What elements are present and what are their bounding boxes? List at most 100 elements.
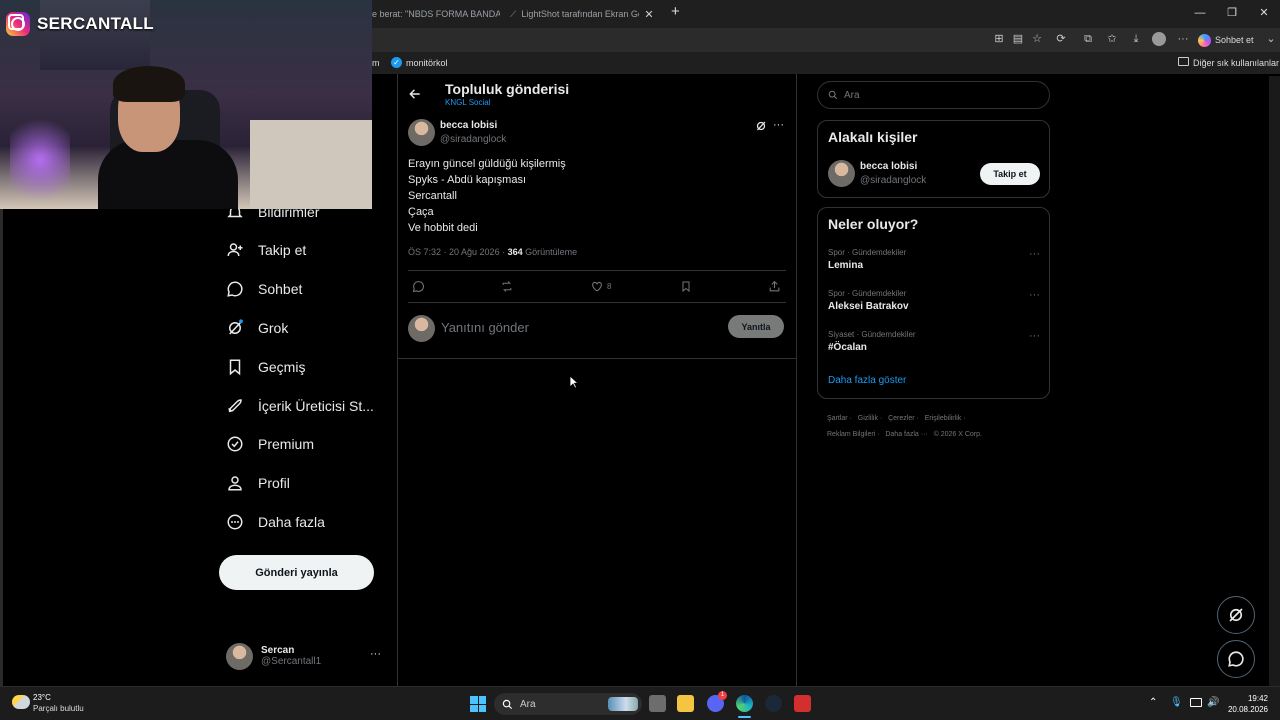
- close-icon[interactable]: ✕: [644, 8, 653, 21]
- scrollbar[interactable]: [1269, 76, 1280, 686]
- trend-name: #Öcalan: [828, 342, 867, 353]
- chevron-up-icon[interactable]: ⌃: [1149, 697, 1157, 708]
- trend-more-icon[interactable]: ···: [1029, 248, 1040, 260]
- views-count: 364: [507, 247, 523, 257]
- tab-nbds[interactable]: e berat: "NBDS FORMA BANDA ✕: [372, 4, 500, 24]
- account-more-icon[interactable]: ···: [370, 648, 381, 660]
- author-handle[interactable]: @siradanglock: [440, 134, 506, 145]
- post-more-icon[interactable]: ···: [773, 119, 784, 131]
- messages-floating-button[interactable]: [1217, 640, 1255, 678]
- nav-premium[interactable]: Premium: [226, 432, 314, 456]
- show-more-link[interactable]: Daha fazla göster: [828, 375, 906, 386]
- nav-label: Profil: [258, 475, 290, 491]
- bookmark-icon[interactable]: [680, 280, 692, 293]
- back-arrow-icon[interactable]: [408, 87, 422, 101]
- other-favorites[interactable]: Diğer sık kullanılanlar: [1193, 58, 1279, 68]
- trend-item[interactable]: Spor · Gündemdekiler Aleksei Batrakov ··…: [828, 289, 1040, 317]
- file-explorer-icon[interactable]: [677, 695, 694, 712]
- task-view-icon[interactable]: [649, 695, 666, 712]
- weather-temp[interactable]: 23°C: [33, 693, 51, 702]
- related-handle[interactable]: @siradanglock: [860, 175, 926, 186]
- bookmark-monitorkol[interactable]: monitörkol: [406, 58, 448, 68]
- apps-icon[interactable]: ⊞: [992, 32, 1006, 46]
- nav-chat[interactable]: Sohbet: [226, 277, 302, 301]
- author-avatar[interactable]: [408, 119, 435, 146]
- reply-icon[interactable]: [412, 280, 425, 293]
- microphone-icon[interactable]: 🎙: [1170, 697, 1183, 708]
- search-input[interactable]: Ara: [844, 90, 860, 101]
- steam-icon[interactable]: [765, 695, 782, 712]
- nav-label: İçerik Üreticisi St...: [258, 398, 374, 414]
- taskbar-search[interactable]: Ara: [494, 693, 642, 715]
- restore-icon[interactable]: ❐: [1216, 0, 1248, 28]
- minimize-icon[interactable]: —: [1184, 0, 1216, 28]
- taskbar-search-label: Ara: [520, 698, 536, 710]
- favorites-bar-icon[interactable]: ✩: [1105, 32, 1119, 46]
- repost-icon[interactable]: [500, 280, 514, 293]
- related-name[interactable]: becca lobisi: [860, 161, 917, 172]
- footer-link[interactable]: Erişilebilirlik: [925, 415, 962, 422]
- divider: [397, 358, 797, 359]
- nav-bookmarks[interactable]: Geçmiş: [226, 355, 305, 379]
- trend-item[interactable]: Siyaset · Gündemdekiler #Öcalan ···: [828, 330, 1040, 358]
- footer-link[interactable]: Çerezler: [888, 415, 914, 422]
- trend-more-icon[interactable]: ···: [1029, 289, 1040, 301]
- network-icon[interactable]: [1190, 698, 1202, 707]
- clock[interactable]: 19:42 20.08.2026: [1224, 693, 1268, 715]
- new-tab-button[interactable]: +: [671, 3, 680, 20]
- bookmark-item[interactable]: m: [372, 58, 380, 68]
- mouse-cursor-icon: [569, 375, 579, 389]
- profile-icon[interactable]: [1152, 32, 1166, 46]
- active-app-indicator: [738, 716, 751, 718]
- grok-icon: [1229, 608, 1243, 622]
- grok-icon[interactable]: [755, 120, 767, 132]
- more-circle-icon: [227, 514, 243, 530]
- nav-creator-studio[interactable]: İçerik Üreticisi St...: [226, 394, 374, 418]
- tab-label: e berat: "NBDS FORMA BANDA: [372, 9, 500, 19]
- game-app-icon[interactable]: [794, 695, 811, 712]
- nav-grok[interactable]: Grok: [226, 316, 288, 340]
- grok-floating-button[interactable]: [1217, 596, 1255, 634]
- copilot-chat-button[interactable]: Sohbet et: [1198, 31, 1254, 49]
- reader-icon[interactable]: ▤: [1011, 32, 1025, 46]
- account-switcher[interactable]: Sercan @Sercantall1: [226, 640, 386, 672]
- download-icon[interactable]: ⤓: [1129, 32, 1143, 46]
- post-timestamp[interactable]: ÖS 7:32 · 20 Ağu 2026 ·: [408, 247, 508, 257]
- footer-link[interactable]: Gizlilik: [858, 415, 878, 422]
- nav-profile[interactable]: Profil: [226, 471, 290, 495]
- tab-lightshot[interactable]: ⟋ LightShot tarafından Ekran Görün ✕: [510, 4, 660, 24]
- chevron-down-icon[interactable]: ⌄: [1264, 32, 1278, 46]
- edge-icon[interactable]: [736, 695, 753, 712]
- reply-button[interactable]: Yanıtla: [728, 315, 784, 338]
- nav-label: Premium: [258, 436, 315, 452]
- nav-follow[interactable]: Takip et: [226, 238, 306, 262]
- weather-icon[interactable]: [12, 695, 30, 709]
- favorite-icon[interactable]: ☆: [1030, 32, 1044, 46]
- related-avatar[interactable]: [828, 160, 855, 187]
- footer-link[interactable]: Şartlar: [827, 415, 848, 422]
- trends-title: Neler oluyor?: [828, 216, 919, 232]
- reply-input[interactable]: Yanıtını gönder: [441, 320, 529, 335]
- nav-more[interactable]: Daha fazla: [226, 510, 325, 534]
- community-link[interactable]: KNGL Social: [445, 98, 491, 107]
- author-name[interactable]: becca lobisi: [440, 120, 497, 131]
- settings-more-icon[interactable]: ···: [1176, 32, 1190, 46]
- like-icon[interactable]: [590, 280, 604, 293]
- trend-item[interactable]: Spor · Gündemdekiler Lemina ···: [828, 248, 1040, 276]
- extension-icon[interactable]: ⟳: [1054, 32, 1068, 46]
- weather-desc[interactable]: Parçalı bulutlu: [33, 704, 84, 713]
- share-icon[interactable]: [768, 280, 781, 293]
- chat-icon: [1228, 651, 1244, 667]
- footer-link[interactable]: Reklam Bilgileri: [827, 431, 875, 438]
- nav-label: Daha fazla: [258, 514, 325, 530]
- close-window-icon[interactable]: ✕: [1248, 0, 1280, 28]
- start-button[interactable]: [470, 696, 486, 712]
- post-button[interactable]: Gönderi yayınla: [219, 555, 374, 590]
- footer-link[interactable]: Daha fazla ···: [885, 431, 927, 438]
- volume-icon[interactable]: 🔊: [1207, 697, 1219, 708]
- avatar: [408, 315, 435, 342]
- search-box[interactable]: Ara: [817, 81, 1050, 109]
- follow-button[interactable]: Takip et: [980, 163, 1040, 185]
- trend-more-icon[interactable]: ···: [1029, 330, 1040, 342]
- split-screen-icon[interactable]: ⧉: [1081, 32, 1095, 46]
